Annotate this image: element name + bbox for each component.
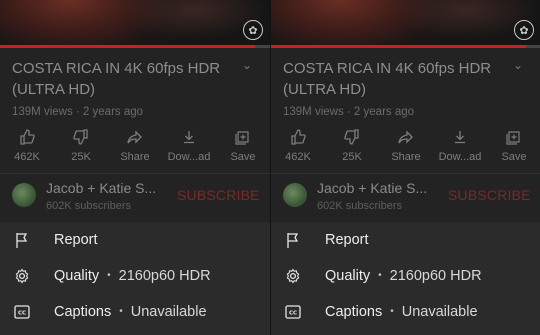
download-icon <box>433 126 487 148</box>
options-sheet: Report Quality • 2160p60 HDR CC Captions • U… <box>0 222 270 335</box>
like-count: 462K <box>285 151 311 163</box>
captions-label: Captions <box>325 304 383 320</box>
report-label: Report <box>54 232 98 248</box>
quality-label: Quality <box>54 268 100 284</box>
channel-watermark-icon[interactable]: ✿ <box>243 20 263 40</box>
subscriber-count: 602K subscribers <box>317 200 402 212</box>
download-button[interactable]: Dow...ad <box>433 126 487 170</box>
channel-avatar[interactable] <box>12 183 36 207</box>
flag-icon <box>285 232 301 248</box>
menu-item-quality[interactable]: Quality • 2160p60 HDR <box>0 258 270 294</box>
screen-left: ✿ COSTA RICA IN 4K 60fps HDR (ULTRA HD) … <box>0 0 270 335</box>
separator-dot: • <box>107 270 111 281</box>
save-label: Save <box>230 151 256 163</box>
gear-icon <box>285 268 301 284</box>
video-meta: 139M views · 2 years ago <box>283 106 415 118</box>
quality-value: 2160p60 HDR <box>389 268 482 284</box>
share-button[interactable]: Share <box>379 126 433 170</box>
separator-dot: • <box>119 306 123 317</box>
quality-value: 2160p60 HDR <box>118 268 211 284</box>
share-label: Share <box>120 151 150 163</box>
captions-text: Captions • Unavailable <box>325 304 478 320</box>
save-label: Save <box>501 151 527 163</box>
channel-name[interactable]: Jacob + Katie S... <box>46 180 156 196</box>
captions-value: Unavailable <box>130 304 207 320</box>
channel-avatar[interactable] <box>283 183 307 207</box>
video-player[interactable]: ✿ <box>0 0 270 46</box>
menu-item-quality[interactable]: Quality • 2160p60 HDR <box>271 258 540 294</box>
thumbs-down-icon <box>325 126 379 148</box>
quality-text: Quality • 2160p60 HDR <box>325 268 482 284</box>
quality-text: Quality • 2160p60 HDR <box>54 268 211 284</box>
separator-dot: • <box>390 306 394 317</box>
menu-item-captions[interactable]: CC Captions • Unavailable <box>0 294 270 330</box>
separator-dot: • <box>378 270 382 281</box>
video-meta: 139M views · 2 years ago <box>12 106 144 118</box>
share-icon <box>379 126 433 148</box>
expand-chevron-icon[interactable]: ⌄ <box>513 58 523 72</box>
channel-watermark-icon[interactable]: ✿ <box>514 20 534 40</box>
share-label: Share <box>391 151 421 163</box>
channel-row[interactable]: Jacob + Katie S... 602K subscribers SUBS… <box>0 176 270 218</box>
channel-name[interactable]: Jacob + Katie S... <box>317 180 427 196</box>
screen-right: ✿ COSTA RICA IN 4K 60fps HDR (ULTRA HD) … <box>270 0 540 335</box>
captions-text: Captions • Unavailable <box>54 304 207 320</box>
closed-captions-icon: CC <box>285 304 301 320</box>
dislike-count: 25K <box>71 151 91 163</box>
captions-value: Unavailable <box>401 304 478 320</box>
share-icon <box>108 126 162 148</box>
video-title[interactable]: COSTA RICA IN 4K 60fps HDR (ULTRA HD) <box>283 58 508 100</box>
flag-icon <box>14 232 30 248</box>
menu-item-captions[interactable]: CC Captions • Unavailable <box>271 294 540 330</box>
subscribe-button[interactable]: SUBSCRIBE <box>177 187 260 203</box>
report-label: Report <box>325 232 369 248</box>
like-button[interactable]: 462K <box>271 126 325 170</box>
options-sheet: Report Quality • 2160p60 HDR CC Captions • U… <box>271 222 540 335</box>
download-icon <box>162 126 216 148</box>
thumbs-down-icon <box>54 126 108 148</box>
divider <box>0 173 270 174</box>
gear-icon <box>14 268 30 284</box>
thumbs-up-icon <box>0 126 54 148</box>
captions-label: Captions <box>54 304 112 320</box>
video-player[interactable]: ✿ <box>271 0 540 46</box>
save-icon <box>487 126 540 148</box>
save-button[interactable]: Save <box>216 126 270 170</box>
save-icon <box>216 126 270 148</box>
divider <box>271 173 540 174</box>
video-title[interactable]: COSTA RICA IN 4K 60fps HDR (ULTRA HD) <box>12 58 237 100</box>
subscribe-button[interactable]: SUBSCRIBE <box>448 187 531 203</box>
thumbs-up-icon <box>271 126 325 148</box>
svg-text:CC: CC <box>18 311 26 317</box>
dislike-button[interactable]: 25K <box>325 126 379 170</box>
share-button[interactable]: Share <box>108 126 162 170</box>
save-button[interactable]: Save <box>487 126 540 170</box>
subscriber-count: 602K subscribers <box>46 200 131 212</box>
closed-captions-icon: CC <box>14 304 30 320</box>
like-count: 462K <box>14 151 40 163</box>
action-bar: 462K 25K Share Dow...ad Save <box>271 126 540 170</box>
download-label: Dow...ad <box>438 151 482 163</box>
svg-text:CC: CC <box>289 311 297 317</box>
download-button[interactable]: Dow...ad <box>162 126 216 170</box>
dislike-count: 25K <box>342 151 362 163</box>
menu-item-report[interactable]: Report <box>0 222 270 258</box>
download-label: Dow...ad <box>167 151 211 163</box>
channel-row[interactable]: Jacob + Katie S... 602K subscribers SUBS… <box>271 176 540 218</box>
quality-label: Quality <box>325 268 371 284</box>
action-bar: 462K 25K Share Dow...ad Save <box>0 126 270 170</box>
like-button[interactable]: 462K <box>0 126 54 170</box>
dislike-button[interactable]: 25K <box>54 126 108 170</box>
expand-chevron-icon[interactable]: ⌄ <box>242 58 252 72</box>
menu-item-report[interactable]: Report <box>271 222 540 258</box>
